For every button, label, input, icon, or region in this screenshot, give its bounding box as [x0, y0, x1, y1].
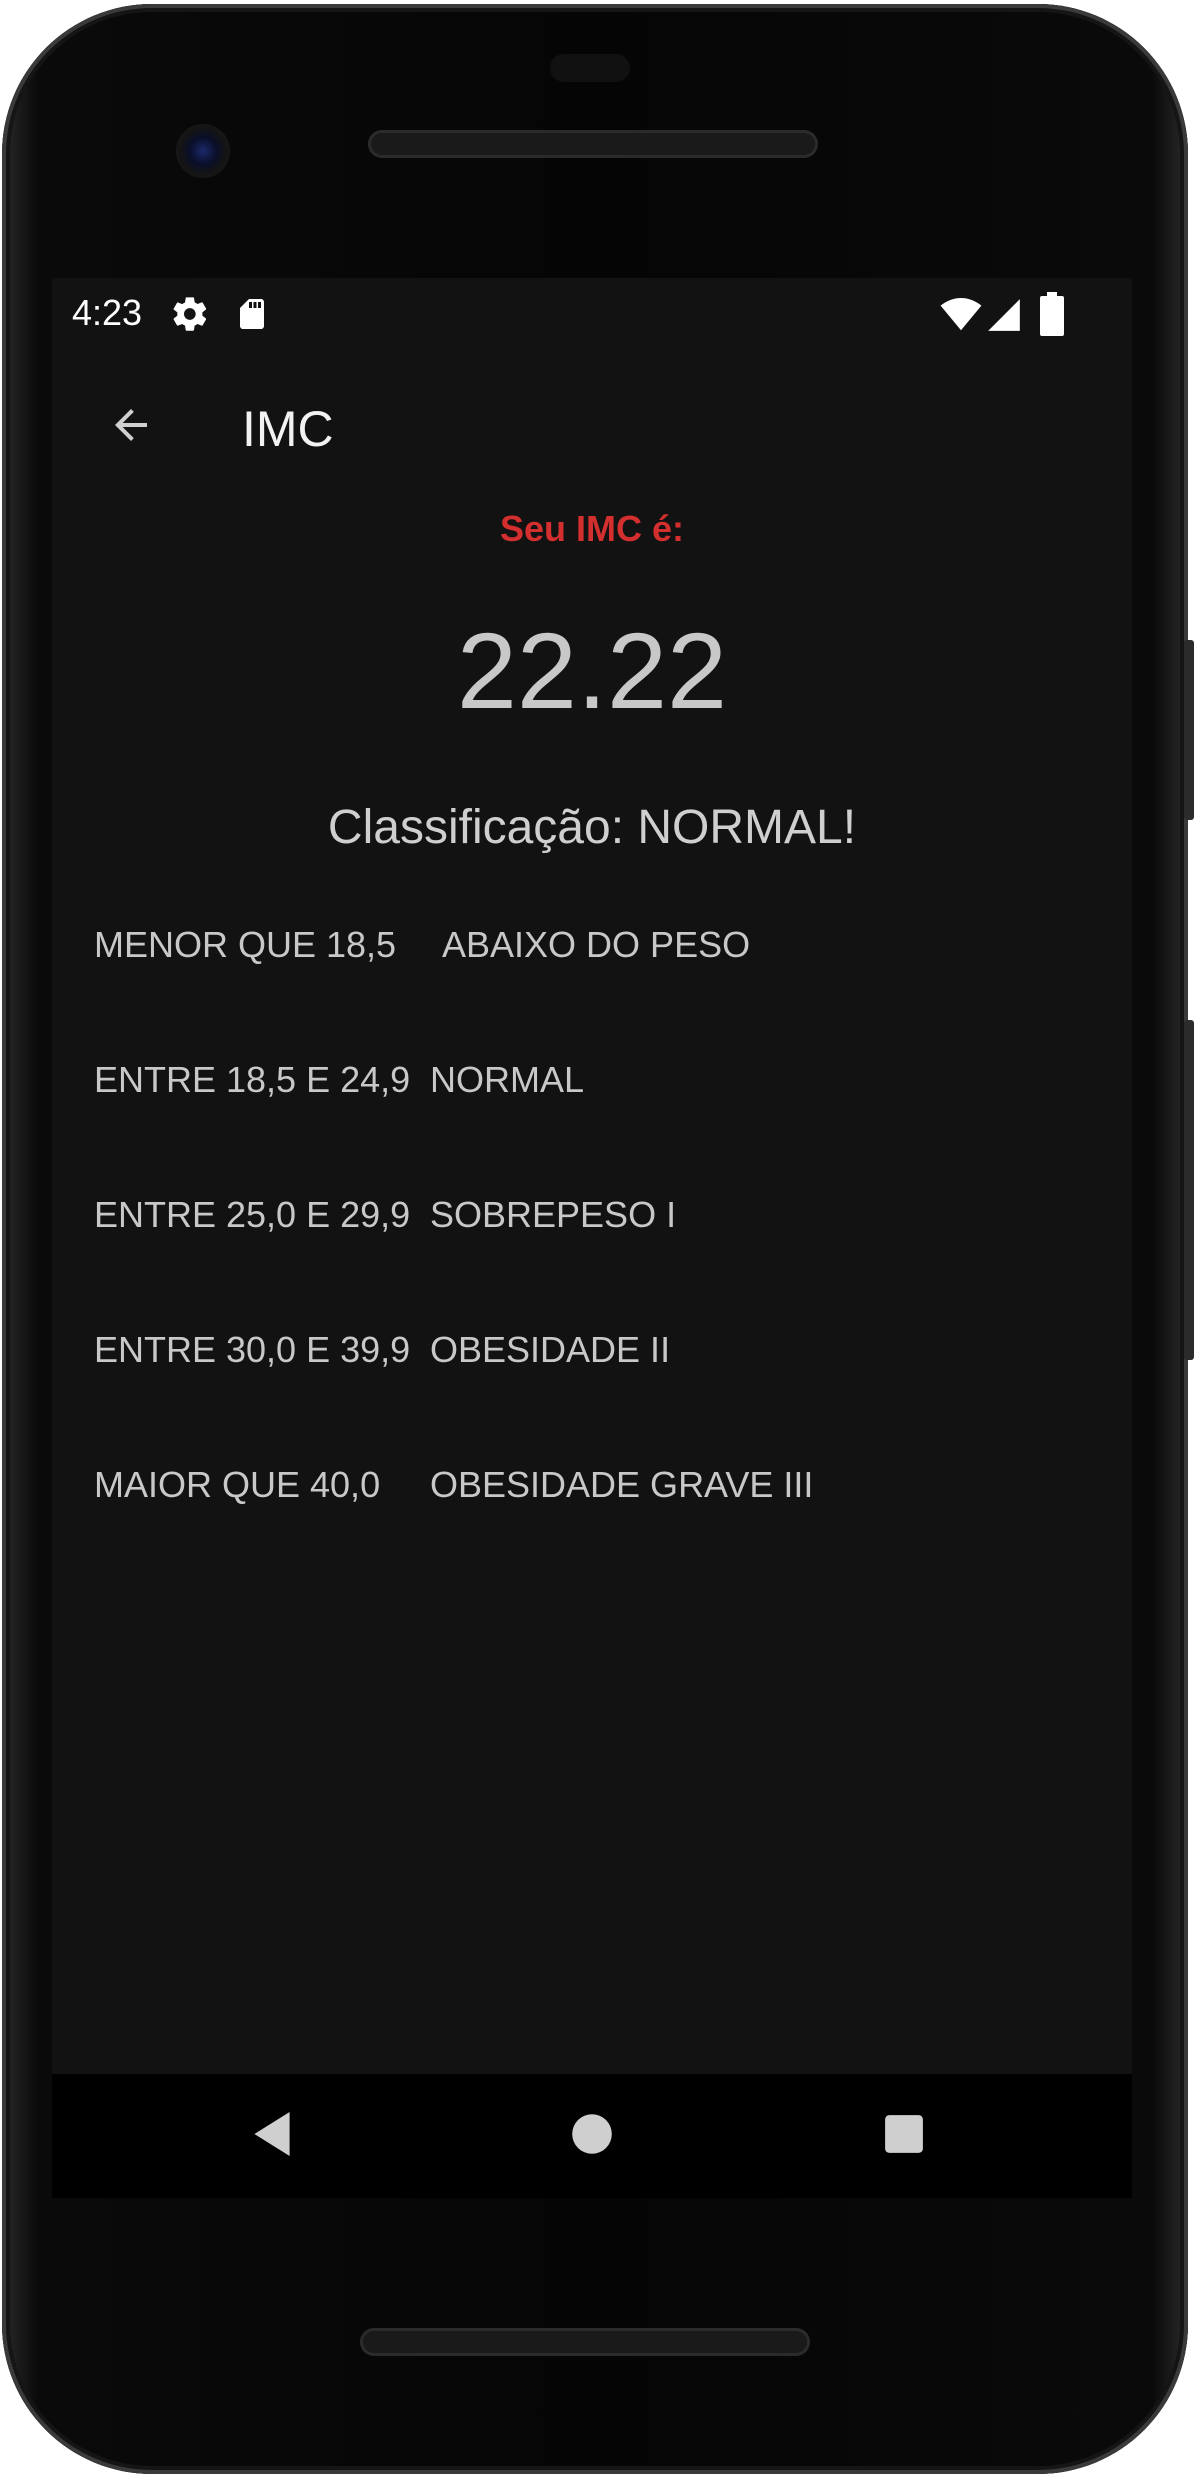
- nav-home-button[interactable]: [552, 2096, 632, 2176]
- proximity-sensor: [550, 54, 630, 82]
- range-cell: ENTRE 18,5 E 24,9: [94, 1059, 411, 1100]
- volume-button: [1184, 1020, 1194, 1360]
- nav-recent-icon: [883, 2113, 925, 2160]
- arrow-left-icon: [107, 401, 155, 454]
- sd-card-icon: [234, 294, 270, 339]
- imc-value: 22.22: [456, 610, 728, 731]
- classification-text: Classificação: NORMAL!: [327, 801, 857, 854]
- signal-icon: [984, 296, 1024, 339]
- nav-back-icon: [250, 2109, 294, 2164]
- range-cell: ENTRE 25,0 E 29,9: [94, 1194, 411, 1235]
- table-row: MAIOR QUE 40,0 OBESIDADE GRAVE III: [94, 1464, 1094, 1524]
- status-bar: 4:23: [52, 278, 1132, 362]
- nav-recent-button[interactable]: [864, 2096, 944, 2176]
- classification-cell: OBESIDADE II: [430, 1329, 671, 1370]
- range-cell: MENOR QUE 18,5: [94, 924, 397, 965]
- table-row: ENTRE 30,0 E 39,9 OBESIDADE II: [94, 1329, 1094, 1389]
- table-row: ENTRE 18,5 E 24,9 NORMAL: [94, 1059, 1094, 1119]
- navigation-bar: [52, 2074, 1132, 2198]
- table-row: MENOR QUE 18,5 ABAIXO DO PESO: [94, 924, 1094, 984]
- front-camera: [176, 124, 230, 178]
- classification-cell: NORMAL: [430, 1059, 585, 1100]
- back-button[interactable]: [96, 392, 166, 462]
- wifi-icon: [940, 298, 982, 337]
- nav-back-button[interactable]: [232, 2096, 312, 2176]
- bottom-speaker: [360, 2328, 810, 2356]
- classification-cell: SOBREPESO I: [430, 1194, 677, 1235]
- classification-cell: ABAIXO DO PESO: [442, 924, 751, 965]
- gear-icon: [170, 294, 210, 339]
- earpiece-speaker: [368, 130, 818, 158]
- range-cell: ENTRE 30,0 E 39,9: [94, 1329, 411, 1370]
- range-cell: MAIOR QUE 40,0: [94, 1464, 381, 1505]
- power-button: [1184, 640, 1194, 820]
- status-time: 4:23: [72, 292, 143, 333]
- phone-device: 4:23 IMC Seu IMC é: 22.22 Classificação:…: [0, 0, 1194, 2480]
- battery-icon: [1040, 292, 1064, 341]
- classification-cell: OBESIDADE GRAVE III: [430, 1464, 814, 1505]
- imc-label: Seu IMC é:: [499, 508, 685, 549]
- table-row: ENTRE 25,0 E 29,9 SOBREPESO I: [94, 1194, 1094, 1254]
- nav-home-icon: [570, 2112, 614, 2161]
- app-bar: IMC: [52, 362, 1132, 502]
- app-screen: 4:23 IMC Seu IMC é: 22.22 Classificação:…: [52, 278, 1132, 2198]
- page-title: IMC: [242, 401, 334, 457]
